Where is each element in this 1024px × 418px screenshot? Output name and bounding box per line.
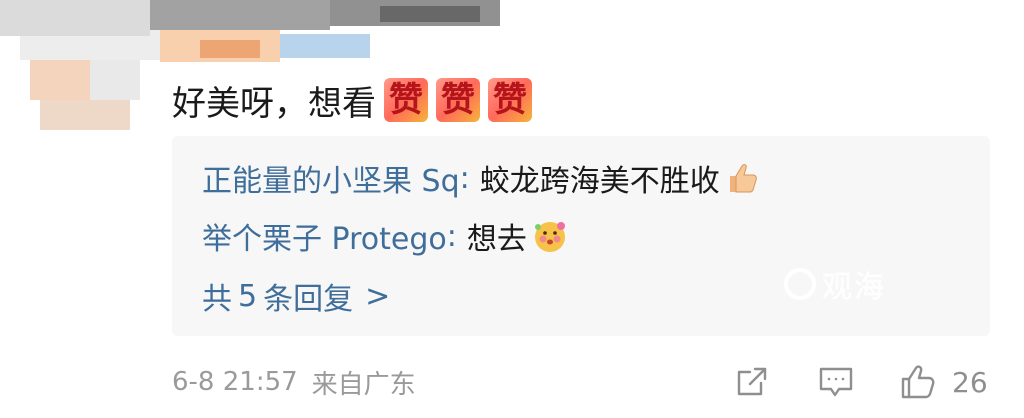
replies-count: 5 (238, 278, 258, 314)
comment-timestamp: 6-8 21:57 (172, 367, 298, 397)
comment-icon (819, 367, 853, 397)
replies-count-prefix: 共 (202, 282, 232, 317)
reply-separator: : (459, 160, 470, 196)
reply-preview-box[interactable]: 正能量的小坚果 Sq : 蛟龙跨海美不胜收 举个栗子 Protego : 想去 (172, 136, 990, 336)
view-all-replies-link[interactable]: 共 5 条回复 > (202, 276, 391, 318)
replies-count-suffix: 条回复 (263, 282, 354, 317)
reply-item[interactable]: 正能量的小坚果 Sq : 蛟龙跨海美不胜收 (202, 156, 760, 200)
reply-username[interactable]: 正能量的小坚果 Sq (202, 156, 460, 200)
comment-text-row: 好美呀，想看 赞 赞 赞 (172, 76, 532, 124)
reply-item[interactable]: 举个栗子 Protego : 想去 (202, 214, 569, 258)
reply-separator: : (446, 218, 457, 254)
share-button[interactable] (732, 362, 772, 402)
share-icon (737, 367, 767, 396)
zan-emoji-icon: 赞 (436, 78, 480, 122)
comment-meta: 6-8 21:57 来自广东 (172, 362, 416, 402)
blushing-face-icon (534, 222, 565, 252)
watermark-text: 观海 (822, 270, 886, 305)
comment-location: 来自广东 (311, 369, 416, 400)
like-button[interactable] (898, 362, 938, 402)
watermark-g-icon (784, 268, 816, 300)
comment-button[interactable] (816, 362, 856, 402)
reply-username[interactable]: 举个栗子 Protego (202, 214, 447, 258)
thumbs-up-icon (729, 164, 757, 193)
chevron-right-icon: > (365, 278, 391, 314)
zan-emoji-icon: 赞 (488, 78, 532, 122)
thumbs-up-outline-icon (901, 365, 935, 399)
comment-body: 好美呀，想看 (172, 83, 376, 124)
comment-card: 好美呀，想看 赞 赞 赞 正能量的小坚果 Sq : 蛟龙跨海美不胜收 举个栗子 … (0, 0, 1024, 418)
reply-text: 蛟龙跨海美不胜收 (479, 164, 720, 199)
reply-text: 想去 (466, 222, 527, 257)
like-count: 26 (952, 365, 988, 399)
zan-emoji-icon: 赞 (384, 78, 428, 122)
watermark-logo: 观海 (784, 262, 886, 306)
